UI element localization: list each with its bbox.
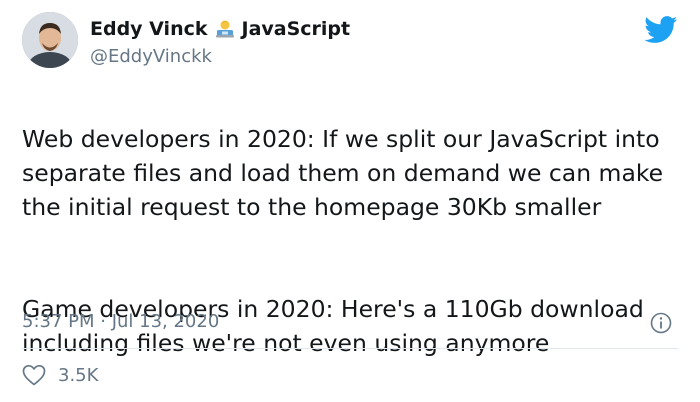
author-handle[interactable]: @EddyVinckk	[90, 46, 212, 67]
like-count: 3.5K	[58, 364, 99, 386]
heart-icon[interactable]	[22, 364, 46, 386]
avatar[interactable]	[22, 12, 78, 68]
technologist-emoji-icon	[214, 18, 236, 40]
divider	[22, 348, 678, 349]
twitter-bird-icon[interactable]	[644, 16, 678, 44]
author-label: JavaScript	[241, 18, 351, 40]
author-row: Eddy Vinck JavaScript	[90, 18, 350, 40]
tweet-timestamp[interactable]: 5:37 PM · Jul 13, 2020	[22, 311, 219, 332]
tweet-card: Eddy Vinck JavaScript @EddyVinckk Web de…	[0, 0, 700, 402]
author-display-name[interactable]: Eddy Vinck	[90, 18, 208, 40]
like-action[interactable]: 3.5K	[22, 364, 98, 386]
info-icon[interactable]	[650, 312, 672, 334]
tweet-paragraph: Web developers in 2020: If we split our …	[22, 125, 664, 221]
